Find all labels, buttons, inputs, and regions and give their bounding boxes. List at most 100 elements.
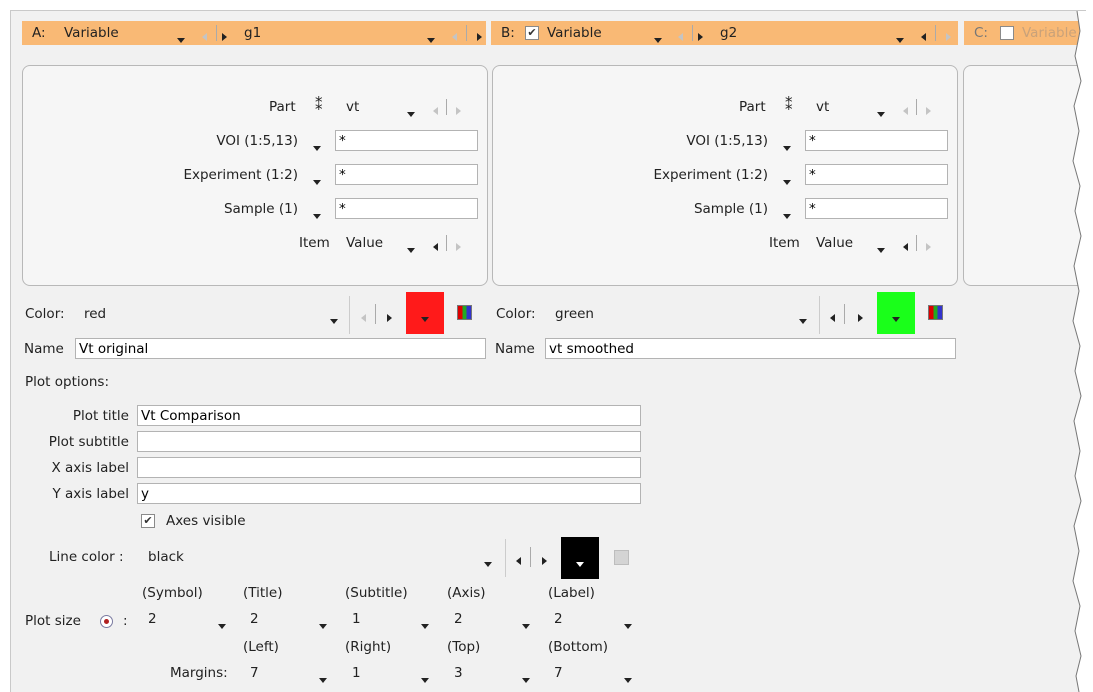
palette-icon[interactable] [928,305,943,320]
size-label-value: 2 [554,611,563,627]
size-label-dropdown-icon[interactable] [624,617,632,633]
y-axis-label-input[interactable] [137,483,641,504]
sample-dropdown-icon[interactable] [783,207,791,223]
line-color-prev-icon[interactable] [516,553,521,569]
experiment-dropdown-icon[interactable] [783,173,791,189]
column-a-group-prev-icon[interactable] [452,29,457,45]
voi-filter-input[interactable] [335,130,478,151]
column-c-header: C: Variable [964,21,1086,45]
item-prev-icon[interactable] [903,239,908,255]
column-a-type-dropdown-icon[interactable] [177,31,185,47]
plot-subtitle-label: Plot subtitle [48,434,129,450]
margin-bottom-dropdown-icon[interactable] [624,671,632,687]
column-a-group-next-icon[interactable] [477,29,482,45]
size-header-subtitle: (Subtitle) [345,585,408,601]
experiment-dropdown-icon[interactable] [313,173,321,189]
line-color-next-icon[interactable] [542,553,547,569]
margins-label: Margins: [170,665,228,681]
part-next-icon[interactable] [926,103,931,119]
column-a-prev-icon[interactable] [202,29,207,45]
column-a-next-icon[interactable] [222,29,227,45]
column-a-header: A: Variable g1 [22,21,486,45]
column-a-group-dropdown-icon[interactable] [427,31,435,47]
column-b-prev-icon[interactable] [678,29,683,45]
size-header-symbol: (Symbol) [142,585,203,601]
experiment-filter-input[interactable] [805,164,948,185]
series-b-name-label: Name [495,341,535,357]
sample-filter-input[interactable] [805,198,948,219]
swatch-dropdown-icon [576,555,584,571]
plot-options-header: Plot options: [25,374,110,390]
line-color-dropdown-icon[interactable] [484,555,492,571]
part-dropdown-icon[interactable] [407,105,415,121]
series-b-color-next-icon[interactable] [858,310,863,326]
series-b-color-dropdown-icon[interactable] [799,312,807,328]
column-a-type-label: Variable [64,25,119,41]
column-b-group-dropdown-icon[interactable] [896,31,904,47]
margin-left-dropdown-icon[interactable] [319,671,327,687]
column-c-enable-checkbox[interactable] [1000,26,1014,40]
column-b-prefix: B: [501,25,515,41]
voi-dropdown-icon[interactable] [313,139,321,155]
size-title-dropdown-icon[interactable] [319,617,327,633]
column-b-group-label: g2 [720,25,738,41]
sample-dropdown-icon[interactable] [313,207,321,223]
asterisk-icon[interactable]: ⁑ [785,96,793,114]
column-c-selection-panel [963,65,1086,286]
part-prev-icon[interactable] [903,103,908,119]
column-b-group-prev-icon[interactable] [921,29,926,45]
series-a-name-input[interactable] [75,338,486,359]
margin-header-bottom: (Bottom) [548,639,609,655]
plot-size-radio[interactable] [100,615,113,628]
size-axis-dropdown-icon[interactable] [522,617,530,633]
series-b-color-swatch[interactable] [877,292,915,334]
line-color-value: black [148,549,184,565]
part-next-icon[interactable] [456,103,461,119]
margin-bottom-value: 7 [554,665,563,681]
column-b-type-dropdown-icon[interactable] [654,31,662,47]
series-a-color-prev-icon[interactable] [361,310,366,326]
margin-right-value: 1 [352,665,361,681]
item-dropdown-icon[interactable] [407,241,415,257]
margin-top-dropdown-icon[interactable] [522,671,530,687]
item-value: Value [816,235,854,251]
plot-subtitle-input[interactable] [137,431,641,452]
series-a-color-next-icon[interactable] [387,310,392,326]
column-b-type-label: Variable [547,25,602,41]
item-next-icon[interactable] [926,239,931,255]
size-subtitle-dropdown-icon[interactable] [421,617,429,633]
part-prev-icon[interactable] [433,103,438,119]
margin-header-left: (Left) [243,639,279,655]
axes-visible-checkbox[interactable]: ✔ [141,514,155,528]
series-b-color-prev-icon[interactable] [830,310,835,326]
experiment-filter-input[interactable] [335,164,478,185]
plot-title-input[interactable] [137,405,641,426]
line-color-swatch[interactable] [561,537,599,579]
item-label: Item [299,235,330,251]
line-color-option-icon[interactable] [614,550,629,565]
column-b-next-icon[interactable] [698,29,703,45]
palette-icon[interactable] [457,305,472,320]
size-subtitle-value: 1 [352,611,361,627]
item-dropdown-icon[interactable] [877,241,885,257]
item-prev-icon[interactable] [433,239,438,255]
part-value: vt [816,99,830,115]
voi-filter-input[interactable] [805,130,948,151]
part-dropdown-icon[interactable] [877,105,885,121]
series-b-name-input[interactable] [545,338,956,359]
x-axis-label-input[interactable] [137,457,641,478]
series-a-color-dropdown-icon[interactable] [330,312,338,328]
sample-filter-input[interactable] [335,198,478,219]
column-b-enable-checkbox[interactable]: ✔ [525,26,539,40]
series-a-color-label: Color: [25,306,65,322]
item-next-icon[interactable] [456,239,461,255]
margin-right-dropdown-icon[interactable] [421,671,429,687]
size-symbol-dropdown-icon[interactable] [218,617,226,633]
column-b-header: B: ✔ Variable g2 [491,21,958,45]
plot-size-label: Plot size [25,613,81,629]
voi-dropdown-icon[interactable] [783,139,791,155]
series-a-color-swatch[interactable] [406,292,444,334]
sample-label: Sample (1) [223,201,298,217]
asterisk-icon[interactable]: ⁑ [315,96,323,114]
column-b-group-next-icon[interactable] [946,29,951,45]
